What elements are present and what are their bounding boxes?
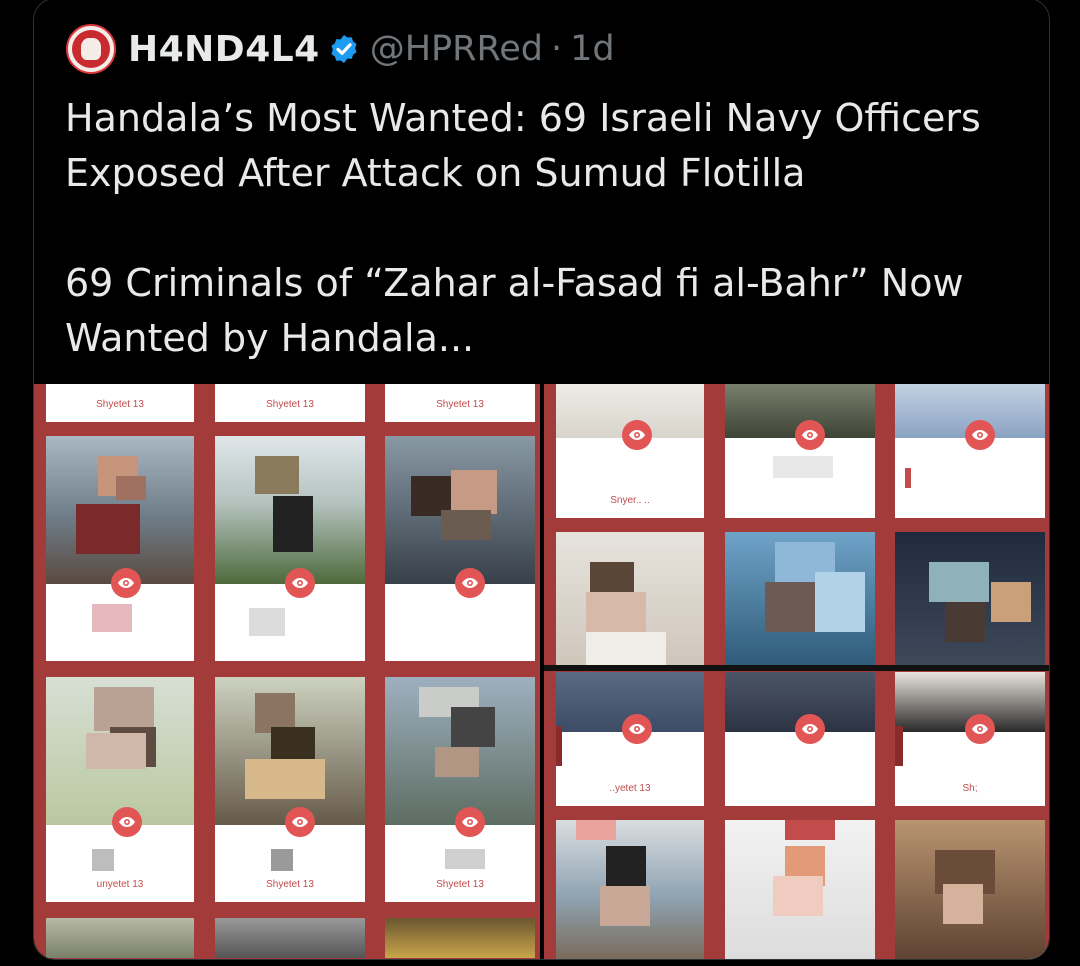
profile-card: ..yetet 13 xyxy=(556,672,704,806)
pixelation-block xyxy=(76,504,140,554)
blurred-photo xyxy=(215,918,365,958)
tweet-text: Handala’s Most Wanted: 69 Israeli Navy O… xyxy=(65,91,1025,366)
tweet-line-3: 69 Criminals of “Zahar al-Fasad fi al-Ba… xyxy=(65,261,964,305)
tweet-header: H4ND4L4 @HPRRed · 1d xyxy=(66,24,615,74)
eye-icon[interactable] xyxy=(965,714,995,744)
profile-card: Sh; xyxy=(895,672,1045,806)
eye-icon[interactable] xyxy=(455,568,485,598)
profile-card xyxy=(46,436,194,661)
handle[interactable]: @HPRRed xyxy=(370,29,543,69)
eye-icon[interactable] xyxy=(112,807,142,837)
unit-label: Shyetet 13 xyxy=(436,879,484,890)
profile-card xyxy=(895,532,1045,668)
pixelation-block xyxy=(435,747,479,777)
unit-label: unyetet 13 xyxy=(96,879,144,890)
profile-card xyxy=(385,918,535,958)
tweet-line-4[interactable]: Wanted by Handala... xyxy=(65,311,1025,366)
pixelation-block xyxy=(586,632,666,668)
profile-card xyxy=(725,532,875,668)
pixelation-block xyxy=(451,707,495,747)
media-panel-left: Shyetet 13 Shyetet 13 Shyetet 13 unyetet 13… xyxy=(34,384,540,959)
pixelation-block xyxy=(273,496,313,552)
pixelation-block xyxy=(445,849,485,869)
profile-card: Shyetet 13 xyxy=(215,677,365,902)
profile-card xyxy=(385,436,535,661)
profile-card: unyetet 13 xyxy=(46,677,194,902)
display-name[interactable]: H4ND4L4 xyxy=(128,29,320,70)
profile-card: Shyetet 13 xyxy=(46,384,194,422)
eye-icon[interactable] xyxy=(622,420,652,450)
eye-icon[interactable] xyxy=(965,420,995,450)
pixelation-block xyxy=(945,602,985,642)
profile-card: Shyetet 13 xyxy=(385,384,535,422)
profile-card xyxy=(556,532,704,668)
image-divider xyxy=(544,668,1049,671)
avatar[interactable] xyxy=(66,24,116,74)
eye-icon[interactable] xyxy=(285,807,315,837)
unit-label: Shyetet 13 xyxy=(266,879,314,890)
profile-card xyxy=(556,820,704,959)
pixelation-block xyxy=(600,886,650,926)
pixelation-block xyxy=(94,687,154,731)
pixelation-block xyxy=(92,849,114,871)
profile-card xyxy=(46,918,194,958)
pixelation-block xyxy=(116,476,146,500)
profile-card xyxy=(215,436,365,661)
pixelation-block xyxy=(556,726,562,766)
profile-card xyxy=(895,384,1045,518)
pixelation-block xyxy=(991,582,1031,622)
pixelation-block xyxy=(255,456,299,494)
unit-label: ..yetet 13 xyxy=(609,783,651,794)
unit-label: Sh; xyxy=(962,783,978,794)
pixelation-block xyxy=(606,846,646,886)
eye-icon[interactable] xyxy=(111,568,141,598)
separator-dot: · xyxy=(550,29,563,69)
blurred-photo xyxy=(385,918,535,958)
pixelation-block xyxy=(773,456,833,478)
profile-card xyxy=(895,820,1045,959)
tweet-card[interactable]: H4ND4L4 @HPRRed · 1d Handala’s Most Want… xyxy=(33,0,1050,960)
unit-label: Shyetet 13 xyxy=(96,399,144,410)
media-panel-right: Snyer.. .. ..yetet 13 Sh; xyxy=(544,384,1049,959)
pixelation-block xyxy=(441,510,491,540)
profile-card: Snyer.. .. xyxy=(556,384,704,518)
tweet-line-2: Exposed After Attack on Sumud Flotilla xyxy=(65,151,806,195)
pixelation-block xyxy=(929,562,989,602)
profile-card xyxy=(725,820,875,959)
eye-icon[interactable] xyxy=(795,714,825,744)
profile-card xyxy=(725,672,875,806)
eye-icon[interactable] xyxy=(795,420,825,450)
pixelation-block xyxy=(785,820,835,840)
verified-badge-icon xyxy=(331,35,357,63)
profile-card: Shyetet 13 xyxy=(385,677,535,902)
eye-icon[interactable] xyxy=(455,807,485,837)
pixelation-block xyxy=(451,470,497,514)
tweet-line-1: Handala’s Most Wanted: 69 Israeli Navy O… xyxy=(65,96,981,140)
pixelation-block xyxy=(815,572,865,632)
pixelation-block xyxy=(895,726,903,766)
pixelation-block xyxy=(905,468,911,488)
blurred-photo xyxy=(46,918,194,958)
media-image[interactable]: Shyetet 13 Shyetet 13 Shyetet 13 unyetet 13… xyxy=(34,384,1049,959)
pixelation-block xyxy=(92,604,132,632)
pixelation-block xyxy=(943,884,983,924)
pixelation-block xyxy=(271,849,293,871)
profile-card xyxy=(215,918,365,958)
unit-label: Shyetet 13 xyxy=(266,399,314,410)
unit-label: Snyer.. .. xyxy=(610,495,650,506)
pixelation-block xyxy=(245,759,325,799)
timestamp[interactable]: 1d xyxy=(570,29,615,69)
eye-icon[interactable] xyxy=(622,714,652,744)
eye-icon[interactable] xyxy=(285,568,315,598)
profile-card xyxy=(725,384,875,518)
profile-card: Shyetet 13 xyxy=(215,384,365,422)
unit-label: Shyetet 13 xyxy=(436,399,484,410)
pixelation-block xyxy=(86,733,146,769)
pixelation-block xyxy=(576,820,616,840)
pixelation-block xyxy=(773,876,823,916)
pixelation-block xyxy=(249,608,285,636)
